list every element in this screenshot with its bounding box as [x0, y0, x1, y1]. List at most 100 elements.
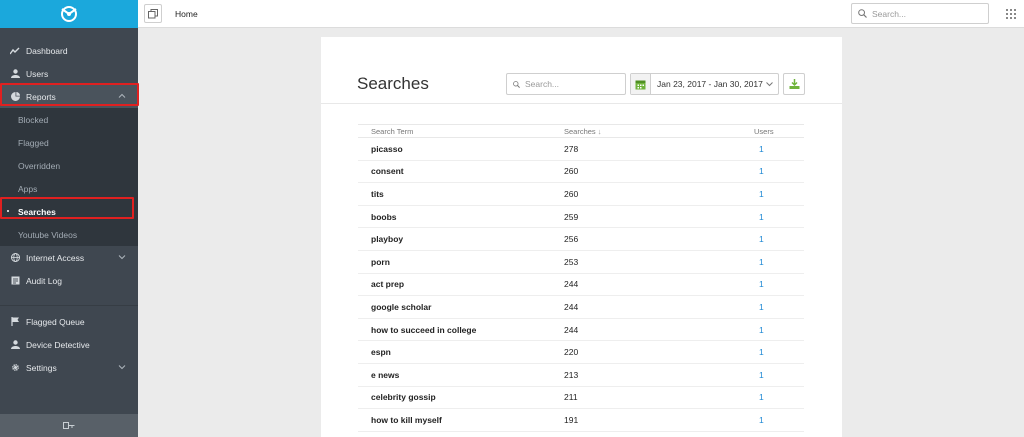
users-link[interactable]: 1 [752, 408, 804, 432]
table-search[interactable] [506, 73, 626, 95]
search-term-cell: act prep [358, 273, 551, 297]
search-icon [513, 80, 520, 88]
search-term-cell: porn [358, 250, 551, 274]
table-row: porn 253 1 [358, 250, 804, 274]
logo-icon[interactable] [59, 5, 79, 23]
searches-count-cell: 244 [551, 295, 752, 319]
searches-count-cell: 213 [551, 363, 752, 387]
users-link[interactable]: 1 [752, 295, 804, 319]
column-searches[interactable]: Searches ↓ [551, 124, 752, 138]
apps-grid-icon[interactable] [1006, 9, 1016, 19]
table-header-row: Search Term Searches ↓ Users [358, 124, 804, 138]
sidebar-collapse-button[interactable] [0, 414, 138, 437]
table-row: how to succeed in college 244 1 [358, 318, 804, 342]
table-row: how to kill myself 191 1 [358, 408, 804, 432]
sidebar-item-dashboard[interactable]: Dashboard [0, 39, 138, 62]
table-row: tits 260 1 [358, 182, 804, 206]
breadcrumb[interactable]: Home [175, 9, 198, 19]
sidebar-item-flagged-queue[interactable]: Flagged Queue [0, 310, 138, 333]
searches-table: Search Term Searches ↓ Users picasso 278 1… [358, 124, 804, 432]
search-icon [858, 9, 867, 18]
sidebar-subitem-flagged[interactable]: Flagged [0, 131, 138, 154]
top-bar: Home [138, 0, 1024, 28]
sidebar-subitem-youtube-videos[interactable]: Youtube Videos [0, 223, 138, 246]
table-row: celebrity gossip 211 1 [358, 386, 804, 410]
card-header: Searches Jan 23, 2017 - Jan 30, 2017 [321, 37, 842, 104]
table-row: playboy 256 1 [358, 227, 804, 251]
searches-highlight [0, 197, 134, 219]
reports-group: Reports Blocked Flagged Overridden Apps … [0, 85, 138, 246]
log-icon [10, 276, 20, 286]
searches-count-cell: 244 [551, 273, 752, 297]
table-row: e news 213 1 [358, 363, 804, 387]
users-link[interactable]: 1 [752, 205, 804, 229]
search-term-cell: picasso [358, 137, 551, 161]
column-users[interactable]: Users [752, 124, 804, 138]
search-term-cell: e news [358, 363, 551, 387]
users-link[interactable]: 1 [752, 340, 804, 364]
calendar-icon [631, 74, 651, 94]
sidebar-item-users[interactable]: Users [0, 62, 138, 85]
sidebar-item-label: Settings [26, 362, 57, 373]
sidebar-divider [0, 292, 138, 306]
sort-arrow-icon: ↓ [597, 126, 602, 136]
global-search[interactable] [851, 3, 989, 24]
sidebar: Dashboard Users Reports Blocked Flagged … [0, 0, 139, 437]
sidebar-item-label: Flagged Queue [26, 316, 85, 327]
search-term-cell: celebrity gossip [358, 386, 551, 410]
chevron-down-icon [766, 82, 773, 87]
chevron-down-icon [118, 255, 126, 260]
search-term-cell: consent [358, 160, 551, 184]
search-term-cell: how to kill myself [358, 408, 551, 432]
column-search-term[interactable]: Search Term [358, 124, 551, 138]
sidebar-item-settings[interactable]: Settings [0, 356, 138, 379]
searches-card: Searches Jan 23, 2017 - Jan 30, 2017 Sea… [321, 37, 842, 437]
column-searches-label: Searches [564, 126, 596, 136]
searches-count-cell: 211 [551, 386, 752, 410]
table-body: picasso 278 1 consent 260 1 tits 260 1 boobs 259 1 p… [358, 137, 804, 432]
user-icon [10, 69, 20, 79]
users-link[interactable]: 1 [752, 227, 804, 251]
date-range-value: Jan 23, 2017 - Jan 30, 2017 [657, 79, 763, 89]
sidebar-subitem-overridden[interactable]: Overridden [0, 154, 138, 177]
users-link[interactable]: 1 [752, 386, 804, 410]
date-range-picker[interactable]: Jan 23, 2017 - Jan 30, 2017 [630, 73, 779, 95]
search-term-cell: how to succeed in college [358, 318, 551, 342]
searches-count-cell: 244 [551, 318, 752, 342]
gear-icon [10, 363, 20, 373]
users-link[interactable]: 1 [752, 250, 804, 274]
users-link[interactable]: 1 [752, 137, 804, 161]
search-term-cell: espn [358, 340, 551, 364]
sidebar-item-internet-access[interactable]: Internet Access [0, 246, 138, 269]
window-toggle-button[interactable] [144, 4, 162, 23]
searches-count-cell: 253 [551, 250, 752, 274]
table-row: consent 260 1 [358, 160, 804, 184]
download-icon [789, 79, 799, 89]
searches-count-cell: 191 [551, 408, 752, 432]
users-link[interactable]: 1 [752, 363, 804, 387]
user-icon [10, 340, 20, 350]
table-row: act prep 244 1 [358, 273, 804, 297]
sidebar-item-device-detective[interactable]: Device Detective [0, 333, 138, 356]
reports-highlight [0, 83, 139, 106]
sidebar-item-label: Users [26, 68, 49, 79]
global-search-input[interactable] [872, 8, 972, 19]
logo-bar [0, 0, 138, 28]
users-link[interactable]: 1 [752, 273, 804, 297]
users-link[interactable]: 1 [752, 318, 804, 342]
users-link[interactable]: 1 [752, 160, 804, 184]
sidebar-subitem-blocked[interactable]: Blocked [0, 108, 138, 131]
globe-icon [10, 253, 20, 263]
users-link[interactable]: 1 [752, 182, 804, 206]
table-row: picasso 278 1 [358, 137, 804, 161]
table-row: google scholar 244 1 [358, 295, 804, 319]
chevron-down-icon [118, 365, 126, 370]
searches-count-cell: 256 [551, 227, 752, 251]
sidebar-item-label: Audit Log [26, 275, 62, 286]
searches-count-cell: 278 [551, 137, 752, 161]
search-term-cell: google scholar [358, 295, 551, 319]
search-term-cell: boobs [358, 205, 551, 229]
table-search-input[interactable] [525, 79, 625, 89]
download-button[interactable] [783, 73, 805, 95]
sidebar-item-audit-log[interactable]: Audit Log [0, 269, 138, 292]
